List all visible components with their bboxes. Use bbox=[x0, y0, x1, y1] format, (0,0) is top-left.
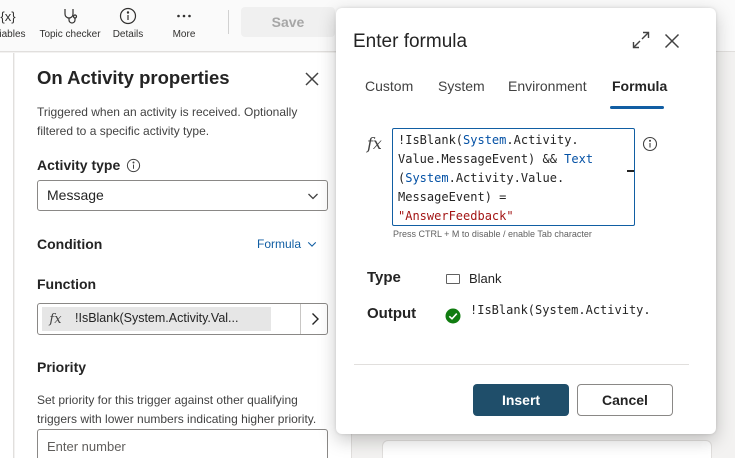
panel-close-button[interactable] bbox=[302, 69, 322, 89]
save-button[interactable]: Save bbox=[241, 7, 335, 37]
dialog-title: Enter formula bbox=[353, 31, 468, 52]
type-label: Type bbox=[367, 269, 401, 286]
condition-label: Condition bbox=[37, 236, 103, 252]
topic-checker-label: Topic checker bbox=[39, 29, 101, 40]
variables-label: ariables bbox=[0, 29, 26, 40]
properties-panel: On Activity properties Triggered when an… bbox=[15, 53, 352, 458]
priority-label: Priority bbox=[37, 359, 87, 375]
condition-mode-label: Formula bbox=[257, 237, 302, 251]
priority-description: Set priority for this trigger against ot… bbox=[37, 393, 317, 426]
canvas-node-card bbox=[382, 440, 712, 458]
panel-title: On Activity properties bbox=[37, 67, 230, 88]
success-check-icon bbox=[445, 308, 461, 324]
chevron-right-icon[interactable] bbox=[308, 312, 322, 326]
more-dots-icon bbox=[175, 6, 193, 26]
text-caret bbox=[627, 170, 634, 172]
condition-mode-selector[interactable]: Formula bbox=[257, 237, 317, 251]
tab-environment[interactable]: Environment bbox=[508, 78, 587, 94]
expand-button[interactable] bbox=[632, 31, 650, 49]
close-icon bbox=[664, 33, 680, 49]
activity-type-label-text: Activity type bbox=[37, 157, 121, 173]
fx-icon: fx bbox=[367, 134, 382, 153]
formula-code: !IsBlank(System.Activity. Value.MessageE… bbox=[398, 133, 594, 223]
function-value: !IsBlank(System.Activity.Val... bbox=[69, 307, 271, 331]
cancel-button[interactable]: Cancel bbox=[577, 384, 673, 416]
dialog-close-button[interactable] bbox=[663, 32, 681, 50]
function-field[interactable]: fx !IsBlank(System.Activity.Val... bbox=[37, 303, 328, 335]
chevron-down-icon bbox=[308, 193, 318, 200]
info-icon[interactable] bbox=[642, 136, 658, 152]
more-button[interactable]: More bbox=[164, 6, 204, 46]
info-icon[interactable] bbox=[126, 158, 141, 173]
details-button[interactable]: Details bbox=[108, 6, 148, 46]
toolbar-separator bbox=[228, 10, 229, 34]
activity-type-value: Message bbox=[47, 187, 104, 203]
expand-icon bbox=[632, 31, 650, 49]
fx-icon: fx bbox=[42, 307, 69, 331]
canvas-left-strip bbox=[0, 53, 14, 458]
selected-tab-indicator bbox=[610, 106, 664, 109]
tab-custom[interactable]: Custom bbox=[365, 78, 413, 94]
activity-type-dropdown[interactable]: Message bbox=[37, 180, 328, 211]
dialog-divider bbox=[354, 364, 689, 365]
variables-button[interactable]: {x} ariables bbox=[0, 6, 30, 46]
blank-type-icon bbox=[446, 274, 460, 284]
tab-system[interactable]: System bbox=[438, 78, 485, 94]
type-value: Blank bbox=[469, 271, 502, 286]
tab-formula[interactable]: Formula bbox=[612, 78, 667, 94]
info-icon bbox=[119, 6, 137, 26]
topic-checker-button[interactable]: Topic checker bbox=[39, 6, 101, 46]
enter-formula-dialog: Enter formula Custom System Environment … bbox=[336, 8, 716, 434]
activity-type-label: Activity type bbox=[37, 157, 141, 173]
output-value: !IsBlank(System.Activity. bbox=[470, 303, 651, 317]
more-label: More bbox=[172, 29, 196, 40]
details-label: Details bbox=[112, 29, 144, 40]
insert-button[interactable]: Insert bbox=[473, 384, 569, 416]
variables-icon: {x} bbox=[0, 8, 16, 24]
chevron-down-icon bbox=[307, 241, 317, 247]
stethoscope-icon bbox=[61, 6, 79, 26]
formula-editor[interactable]: !IsBlank(System.Activity. Value.MessageE… bbox=[392, 128, 635, 226]
panel-description: Triggered when an activity is received. … bbox=[37, 105, 298, 138]
priority-input[interactable] bbox=[37, 429, 328, 458]
output-label: Output bbox=[367, 305, 417, 322]
close-icon bbox=[305, 72, 319, 86]
function-field-divider bbox=[300, 304, 301, 334]
function-label: Function bbox=[37, 276, 97, 292]
editor-hint: Press CTRL + M to disable / enable Tab c… bbox=[393, 229, 592, 239]
